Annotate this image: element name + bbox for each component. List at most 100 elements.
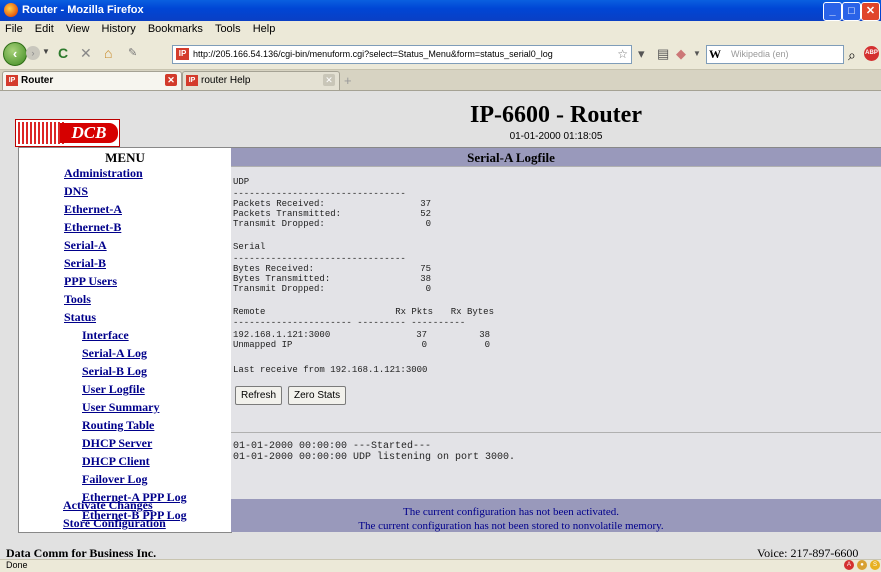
- menu-link-tools[interactable]: Tools: [64, 292, 91, 307]
- refresh-button[interactable]: Refresh: [235, 386, 283, 405]
- stat-label: Packets Transmitted:: [233, 209, 342, 219]
- minimize-button[interactable]: _: [823, 2, 842, 21]
- addon-icon[interactable]: ◆: [676, 46, 686, 62]
- log-line: 01-01-2000 00:00:00 UDP listening on por…: [233, 452, 516, 463]
- last-receive-text: Last receive from 192.168.1.121:3000: [233, 365, 428, 375]
- menu-view[interactable]: View: [66, 23, 90, 35]
- menu-link-ethernet-b[interactable]: Ethernet-B: [64, 220, 121, 235]
- addon-status-icon[interactable]: ●: [857, 560, 867, 570]
- dcb-logo: DCB: [15, 119, 120, 147]
- stat-value: 37: [420, 199, 431, 209]
- event-log: 01-01-2000 00:00:00 ---Started--- 01-01-…: [231, 433, 881, 499]
- remote-divider: ---------------------- --------- -------…: [233, 318, 466, 328]
- tab-close-icon[interactable]: ✕: [323, 74, 335, 86]
- back-icon[interactable]: ‹: [3, 42, 27, 66]
- menu-link-dns[interactable]: DNS: [64, 184, 88, 199]
- status-bar: Done A ● S: [0, 559, 881, 572]
- url-text[interactable]: http://205.166.54.136/cgi-bin/menuform.c…: [193, 49, 553, 59]
- new-tab-icon[interactable]: +: [344, 73, 352, 88]
- menu-bookmarks[interactable]: Bookmarks: [148, 23, 203, 35]
- stat-label: Bytes Received:: [233, 264, 315, 274]
- content-panel: Serial-A Logfile UDP -------------------…: [231, 147, 881, 532]
- star-icon[interactable]: ☆: [617, 47, 628, 61]
- menu-link-dhcp-server[interactable]: DHCP Server: [82, 436, 152, 451]
- page-title: IP-6600 - Router: [470, 102, 642, 128]
- menu-link-activate-changes[interactable]: Activate Changes: [63, 498, 153, 513]
- stat-value: 75: [420, 264, 431, 274]
- sync-status-icon[interactable]: S: [870, 560, 880, 570]
- stat-label: Packets Received:: [233, 199, 325, 209]
- addon-dropdown-icon[interactable]: ▼: [693, 49, 701, 58]
- window-titlebar: Router - Mozilla Firefox _ □ ✕: [0, 0, 881, 21]
- serial-title: Serial: [233, 242, 266, 252]
- menu-link-ethernet-a[interactable]: Ethernet-A: [64, 202, 122, 217]
- menu-help[interactable]: Help: [253, 23, 276, 35]
- content-heading: Serial-A Logfile: [467, 150, 555, 165]
- menu-file[interactable]: File: [5, 23, 23, 35]
- remote-col-header: Rx Bytes: [450, 307, 494, 317]
- tab-favicon-icon: IP: [186, 75, 198, 86]
- forward-icon[interactable]: ›: [26, 46, 40, 60]
- menu-edit[interactable]: Edit: [35, 23, 54, 35]
- tab-router-help[interactable]: IP router Help ✕: [182, 71, 340, 90]
- menu-link-interface[interactable]: Interface: [82, 328, 129, 343]
- menu-link-serial-a[interactable]: Serial-A: [64, 238, 107, 253]
- udp-title: UDP: [233, 177, 250, 187]
- remote-cell: 38: [479, 330, 490, 340]
- url-dropdown-icon[interactable]: ▾: [638, 46, 645, 62]
- menu-link-serial-a-log[interactable]: Serial-A Log: [82, 346, 147, 361]
- bookmark-icon[interactable]: ✎: [128, 46, 137, 60]
- page-viewport: DCB IP-6600 - Router 01-01-2000 01:18:05…: [0, 91, 881, 560]
- menu-link-user-logfile[interactable]: User Logfile: [82, 382, 145, 397]
- search-placeholder: Wikipedia (en): [731, 49, 789, 59]
- menu-link-ppp-users[interactable]: PPP Users: [64, 274, 117, 289]
- remote-col-header: Rx Pkts: [395, 307, 433, 317]
- activation-warning: The current configuration has not been a…: [403, 506, 619, 518]
- menu-link-serial-b[interactable]: Serial-B: [64, 256, 106, 271]
- tab-close-icon[interactable]: ✕: [165, 74, 177, 86]
- print-icon[interactable]: ▤: [657, 46, 669, 62]
- maximize-button[interactable]: □: [842, 2, 861, 21]
- site-favicon-icon: IP: [176, 48, 189, 60]
- menu-history[interactable]: History: [102, 23, 136, 35]
- menu-link-user-summary[interactable]: User Summary: [82, 400, 159, 415]
- stat-label: Transmit Dropped:: [233, 219, 325, 229]
- search-engine-icon[interactable]: W: [709, 47, 721, 62]
- menu-link-serial-b-log[interactable]: Serial-B Log: [82, 364, 147, 379]
- reload-icon[interactable]: C: [58, 46, 68, 60]
- search-input[interactable]: W Wikipedia (en): [706, 45, 844, 64]
- zero-stats-button[interactable]: Zero Stats: [288, 386, 347, 405]
- log-line: 01-01-2000 00:00:00 ---Started---: [233, 441, 432, 452]
- history-dropdown-icon[interactable]: ▼: [42, 47, 50, 56]
- menu-bar: File Edit View History Bookmarks Tools H…: [0, 21, 881, 37]
- home-icon[interactable]: ⌂: [104, 46, 112, 60]
- stop-icon[interactable]: ✕: [80, 46, 92, 60]
- menu-link-administration[interactable]: Administration: [64, 166, 143, 181]
- address-bar[interactable]: IP http://205.166.54.136/cgi-bin/menufor…: [172, 45, 632, 64]
- remote-col-header: Remote: [233, 307, 266, 317]
- remote-cell: 192.168.1.121:3000: [233, 330, 331, 340]
- remote-cell: 0: [484, 340, 490, 350]
- remote-cell: Unmapped IP: [233, 340, 293, 350]
- stat-value: 0: [425, 284, 431, 294]
- stats-area: UDP -------------------------------- Pac…: [231, 166, 881, 433]
- serial-divider: --------------------------------: [233, 254, 406, 264]
- udp-divider: --------------------------------: [233, 189, 406, 199]
- stat-value: 38: [420, 274, 431, 284]
- adblock-status-icon[interactable]: A: [844, 560, 854, 570]
- stat-value: 52: [420, 209, 431, 219]
- menu-link-routing-table[interactable]: Routing Table: [82, 418, 154, 433]
- search-icon[interactable]: ⌕: [848, 47, 856, 64]
- menu-link-dhcp-client[interactable]: DHCP Client: [82, 454, 150, 469]
- menu-heading: MENU: [105, 150, 145, 165]
- menu-link-status[interactable]: Status: [64, 310, 96, 325]
- menu-link-store-configuration[interactable]: Store Configuration: [63, 516, 166, 531]
- adblock-icon[interactable]: ABP: [864, 46, 879, 61]
- tab-router[interactable]: IP Router ✕: [2, 71, 182, 90]
- stat-label: Transmit Dropped:: [233, 284, 325, 294]
- close-button[interactable]: ✕: [861, 2, 880, 21]
- menu-link-failover-log[interactable]: Failover Log: [82, 472, 147, 487]
- storage-warning: The current configuration has not been s…: [358, 520, 664, 532]
- menu-tools[interactable]: Tools: [215, 23, 241, 35]
- stat-value: 0: [425, 219, 431, 229]
